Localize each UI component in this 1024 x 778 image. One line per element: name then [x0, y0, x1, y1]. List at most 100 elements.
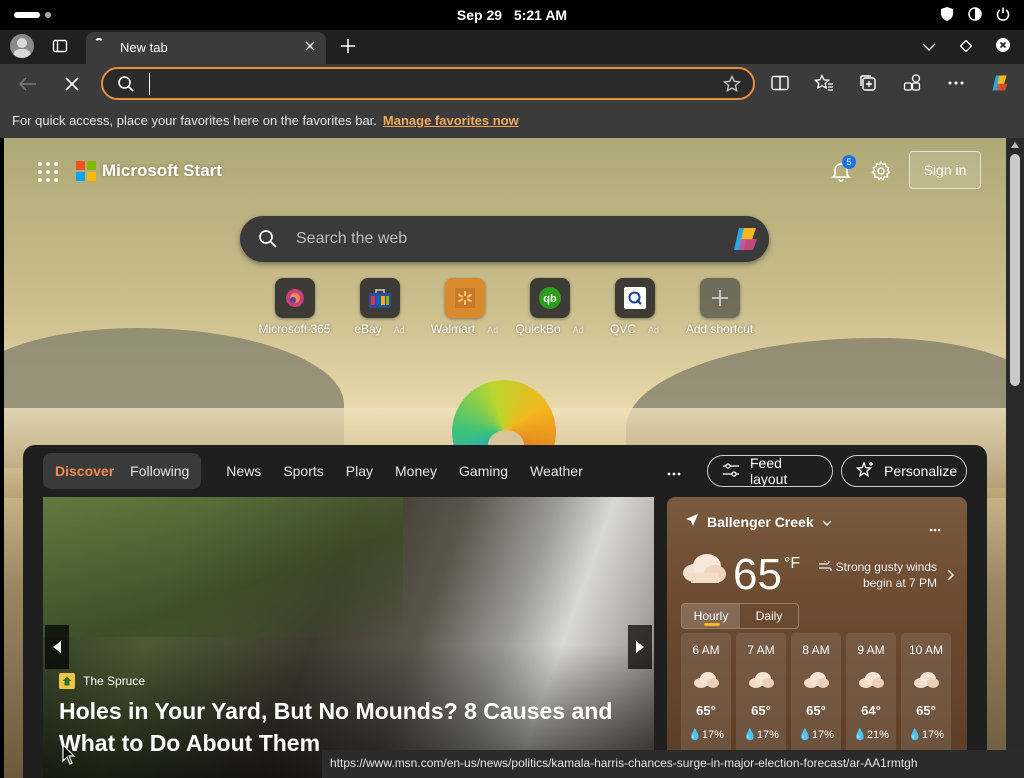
chevron-down-icon[interactable] — [822, 514, 832, 530]
new-tab-button[interactable] — [338, 36, 358, 56]
manage-favorites-link[interactable]: Manage favorites now — [383, 113, 519, 128]
feed-nav: Discover Following News Sports Play Mone… — [43, 453, 594, 489]
cloud-icon — [803, 671, 829, 689]
hour-time: 6 AM — [692, 643, 720, 657]
favorites-bar: For quick access, place your favorites h… — [0, 104, 1024, 138]
weather-location[interactable]: Ballenger Creek — [685, 513, 832, 530]
volume-icon[interactable] — [968, 7, 982, 21]
scroll-up-arrow-icon[interactable] — [1011, 142, 1019, 148]
hour-temperature: 65° — [696, 703, 716, 718]
add-favorite-star-icon[interactable] — [722, 74, 742, 93]
brand-title[interactable]: Microsoft Start — [102, 161, 222, 181]
os-date: Sep 29 — [456, 7, 503, 23]
sign-in-button[interactable]: Sign in — [909, 151, 981, 189]
shortcut-walmart[interactable]: Walmart Ad — [422, 278, 507, 336]
hour-time: 10 AM — [908, 643, 944, 657]
settings-gear-icon[interactable] — [870, 160, 892, 182]
carousel-prev-icon[interactable] — [45, 625, 69, 669]
page-scrollbar[interactable] — [1006, 138, 1024, 750]
wind-icon — [818, 559, 832, 574]
tab-new-tab[interactable]: New tab — [86, 32, 326, 64]
microsoft-365-icon — [274, 278, 315, 318]
shortcut-quickbooks[interactable]: qb QuickBo Ad — [507, 278, 592, 336]
plus-icon — [699, 278, 740, 318]
toolbar-actions — [770, 72, 1010, 94]
browser-essentials-icon[interactable] — [902, 72, 922, 94]
tab-play[interactable]: Play — [335, 463, 384, 479]
weather-card[interactable]: Ballenger Creek 65 °F Strong gusty winds… — [667, 497, 967, 778]
power-icon[interactable] — [996, 7, 1010, 21]
os-clock[interactable]: Sep 29 5:21 AM — [0, 7, 1024, 23]
close-window-icon[interactable] — [996, 38, 1010, 57]
carousel-next-icon[interactable] — [628, 625, 652, 669]
ad-label: Ad — [572, 325, 584, 335]
stop-loading-icon[interactable] — [62, 74, 82, 94]
copilot-icon[interactable] — [990, 72, 1010, 94]
web-search-box[interactable]: Search the web — [240, 216, 769, 262]
shield-icon[interactable] — [940, 7, 954, 21]
collections-icon[interactable] — [858, 72, 878, 94]
hero-article-card[interactable]: The Spruce Holes in Your Yard, But No Mo… — [43, 497, 654, 778]
ebay-bag-icon — [359, 278, 400, 318]
system-tray[interactable] — [940, 7, 1010, 21]
scrollbar-thumb[interactable] — [1010, 154, 1020, 386]
notification-badge: 5 — [842, 155, 856, 169]
more-categories-icon[interactable] — [667, 463, 681, 476]
shortcut-microsoft-365[interactable]: Microsoft 365 — [252, 278, 337, 336]
weather-more-icon[interactable] — [929, 519, 941, 532]
hour-time: 8 AM — [802, 643, 830, 657]
article-source[interactable]: The Spruce — [59, 673, 145, 689]
more-options-icon[interactable] — [946, 72, 966, 94]
shortcut-label: Add shortcut — [685, 322, 754, 336]
temperature-unit[interactable]: °F — [784, 555, 800, 573]
shortcut-ebay[interactable]: eBay Ad — [337, 278, 422, 336]
profile-avatar[interactable] — [10, 34, 34, 58]
shortcut-label: eBay — [354, 322, 382, 336]
tab-discover[interactable]: Discover — [47, 463, 122, 479]
sliders-icon — [722, 462, 740, 480]
close-tab-icon[interactable] — [302, 38, 318, 54]
hour-precip: 💧17% — [688, 729, 724, 741]
feed-layout-button[interactable]: Feed layout — [707, 455, 833, 487]
tab-actions-icon[interactable] — [52, 38, 68, 54]
window-controls — [922, 38, 1010, 57]
address-input[interactable] — [149, 73, 709, 95]
walmart-icon — [444, 278, 485, 318]
hour-time: 9 AM — [857, 643, 885, 657]
hour-temperature: 65° — [751, 703, 771, 718]
back-icon[interactable] — [18, 74, 38, 94]
split-screen-icon[interactable] — [770, 72, 790, 94]
address-bar[interactable] — [101, 67, 755, 100]
tab-following[interactable]: Following — [122, 463, 197, 479]
shortcut-qvc[interactable]: QVC Ad — [592, 278, 677, 336]
quickbooks-icon: qb — [529, 278, 570, 318]
ad-label: Ad — [487, 325, 499, 335]
ad-label: Ad — [648, 325, 660, 335]
tab-sports[interactable]: Sports — [272, 463, 334, 479]
tab-hourly[interactable]: Hourly — [682, 604, 740, 628]
cloud-icon — [693, 671, 719, 689]
tab-weather[interactable]: Weather — [519, 463, 594, 479]
article-image — [43, 497, 403, 637]
search-icon — [117, 75, 135, 93]
app-launcher-icon[interactable] — [38, 162, 58, 182]
copilot-search-icon[interactable] — [731, 224, 761, 254]
shortcut-add[interactable]: Add shortcut — [677, 278, 762, 336]
personalize-button[interactable]: Personalize — [841, 455, 967, 487]
restore-window-icon[interactable] — [959, 39, 973, 57]
os-top-bar: Sep 29 5:21 AM — [0, 0, 1024, 30]
hour-temperature: 65° — [806, 703, 826, 718]
shortcut-label: Microsoft 365 — [258, 322, 331, 336]
weather-alert[interactable]: Strong gusty winds begin at 7 PM — [818, 559, 955, 591]
new-tab-page: Microsoft Start 5 Sign in Search the web… — [4, 138, 1006, 778]
hour-precip: 💧21% — [853, 729, 889, 741]
cloud-icon — [748, 671, 774, 689]
favorites-icon[interactable] — [814, 72, 834, 94]
tab-title: New tab — [120, 40, 168, 55]
tab-gaming[interactable]: Gaming — [448, 463, 519, 479]
tab-search-chevron-icon[interactable] — [922, 39, 936, 57]
tab-money[interactable]: Money — [384, 463, 448, 479]
tab-news[interactable]: News — [215, 463, 272, 479]
tab-daily[interactable]: Daily — [740, 604, 798, 628]
cloud-icon — [913, 671, 939, 689]
